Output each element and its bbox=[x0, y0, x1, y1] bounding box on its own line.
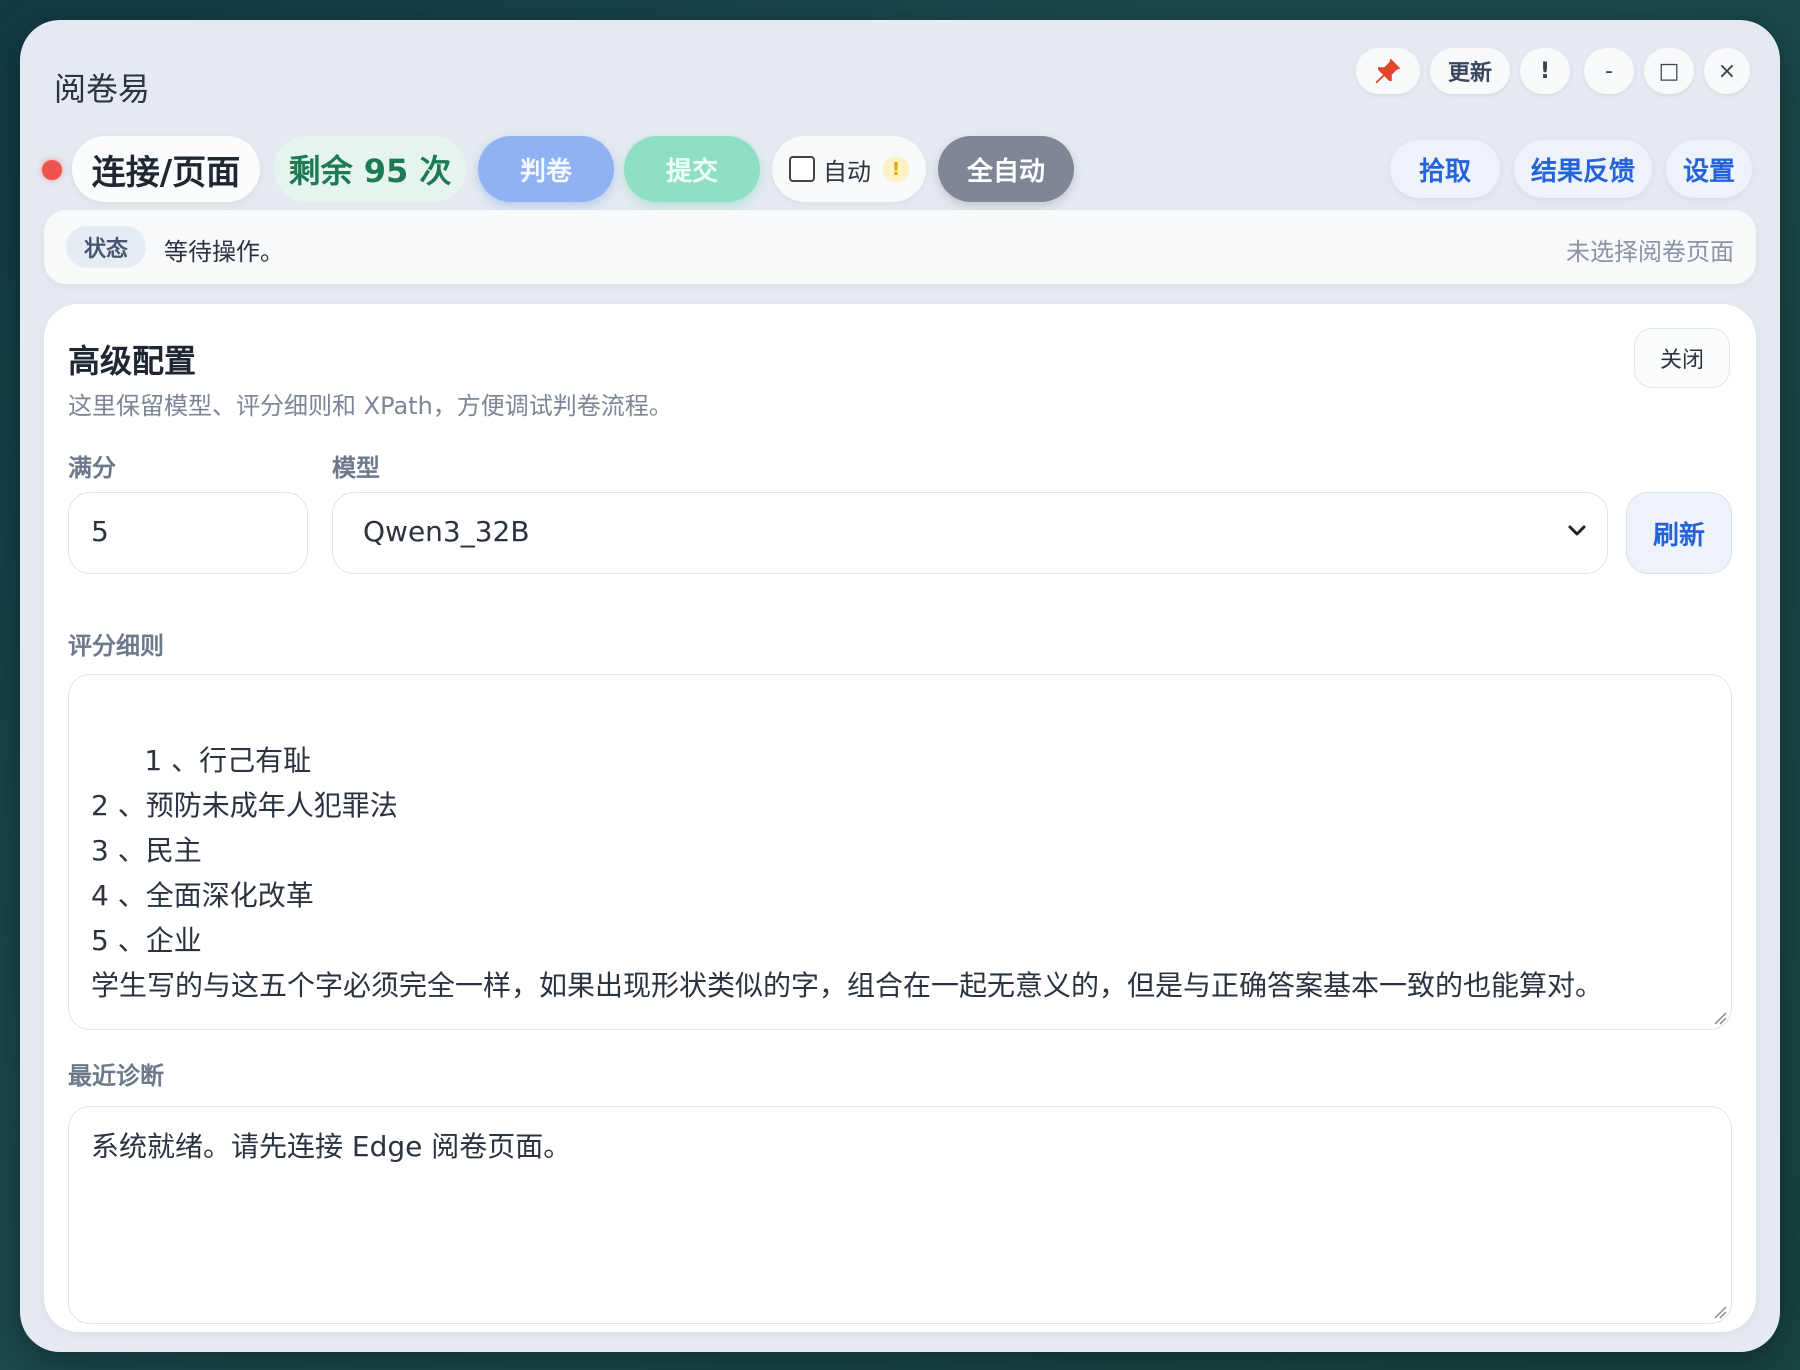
auto-label: 自动 bbox=[823, 157, 871, 186]
pushpin-icon bbox=[1375, 58, 1401, 84]
model-selected-value: Qwen3_32B bbox=[363, 515, 530, 548]
judge-button[interactable]: 判卷 bbox=[478, 136, 614, 202]
diagnostics-text: 系统就绪。请先连接 Edge 阅卷页面。 bbox=[91, 1130, 572, 1163]
auto-checkbox[interactable] bbox=[789, 156, 815, 182]
full-auto-button[interactable]: 全自动 bbox=[938, 136, 1074, 202]
scoring-rules-textarea[interactable]: 1 、行己有耻 2 、预防未成年人犯罪法 3 、民主 4 、全面深化改革 5 、… bbox=[68, 674, 1732, 1030]
advanced-config-panel: 高级配置 这里保留模型、评分细则和 XPath，方便调试判卷流程。 关闭 满分 … bbox=[44, 304, 1756, 1332]
model-select[interactable]: Qwen3_32B bbox=[332, 492, 1608, 574]
refresh-models-button[interactable]: 刷新 bbox=[1626, 492, 1732, 574]
status-tag: 状态 bbox=[66, 226, 146, 268]
close-panel-button[interactable]: 关闭 bbox=[1634, 328, 1730, 388]
submit-button[interactable]: 提交 bbox=[624, 136, 760, 202]
diagnostics-textarea[interactable]: 系统就绪。请先连接 Edge 阅卷页面。 bbox=[68, 1106, 1732, 1324]
scoring-rules-text: 1 、行己有耻 2 、预防未成年人犯罪法 3 、民主 4 、全面深化改革 5 、… bbox=[91, 744, 1604, 1002]
app-window: 阅卷易 更新 ! - □ × 连接/页面 剩余 95 次 判卷 提交 自动 ! … bbox=[20, 20, 1780, 1352]
status-text: 等待操作。 bbox=[164, 238, 284, 266]
panel-subtitle: 这里保留模型、评分细则和 XPath，方便调试判卷流程。 bbox=[68, 392, 673, 420]
panel-title: 高级配置 bbox=[68, 342, 197, 380]
chevron-down-icon bbox=[1568, 525, 1586, 536]
alert-button[interactable]: ! bbox=[1520, 48, 1570, 94]
minimize-button[interactable]: - bbox=[1584, 48, 1634, 94]
auto-toggle[interactable]: 自动 ! bbox=[772, 136, 926, 202]
update-button[interactable]: 更新 bbox=[1430, 48, 1510, 94]
connect-page-button[interactable]: 连接/页面 bbox=[72, 136, 260, 202]
maximize-button[interactable]: □ bbox=[1644, 48, 1694, 94]
close-window-button[interactable]: × bbox=[1704, 48, 1750, 94]
app-title: 阅卷易 bbox=[54, 70, 151, 108]
resize-grip-icon[interactable] bbox=[1713, 1011, 1727, 1025]
toolbar: 连接/页面 剩余 95 次 判卷 提交 自动 ! 全自动 拾取 结果反馈 设置 bbox=[20, 120, 1780, 202]
connection-status-dot bbox=[42, 160, 62, 180]
resize-grip-icon[interactable] bbox=[1713, 1305, 1727, 1319]
settings-button[interactable]: 设置 bbox=[1666, 140, 1752, 198]
pick-button[interactable]: 拾取 bbox=[1390, 140, 1500, 198]
feedback-button[interactable]: 结果反馈 bbox=[1514, 140, 1652, 198]
model-label: 模型 bbox=[332, 454, 380, 482]
full-score-input[interactable]: 5 bbox=[68, 492, 308, 574]
rules-label: 评分细则 bbox=[68, 632, 164, 660]
status-bar: 状态 等待操作。 未选择阅卷页面 bbox=[44, 210, 1756, 284]
diagnostics-label: 最近诊断 bbox=[68, 1062, 164, 1090]
pin-button[interactable] bbox=[1356, 48, 1420, 94]
warning-icon: ! bbox=[883, 156, 909, 182]
remaining-count-badge: 剩余 95 次 bbox=[274, 136, 466, 202]
title-bar[interactable]: 阅卷易 更新 ! - □ × bbox=[20, 20, 1780, 120]
page-selection-status: 未选择阅卷页面 bbox=[1566, 238, 1734, 266]
score-label: 满分 bbox=[68, 454, 116, 482]
